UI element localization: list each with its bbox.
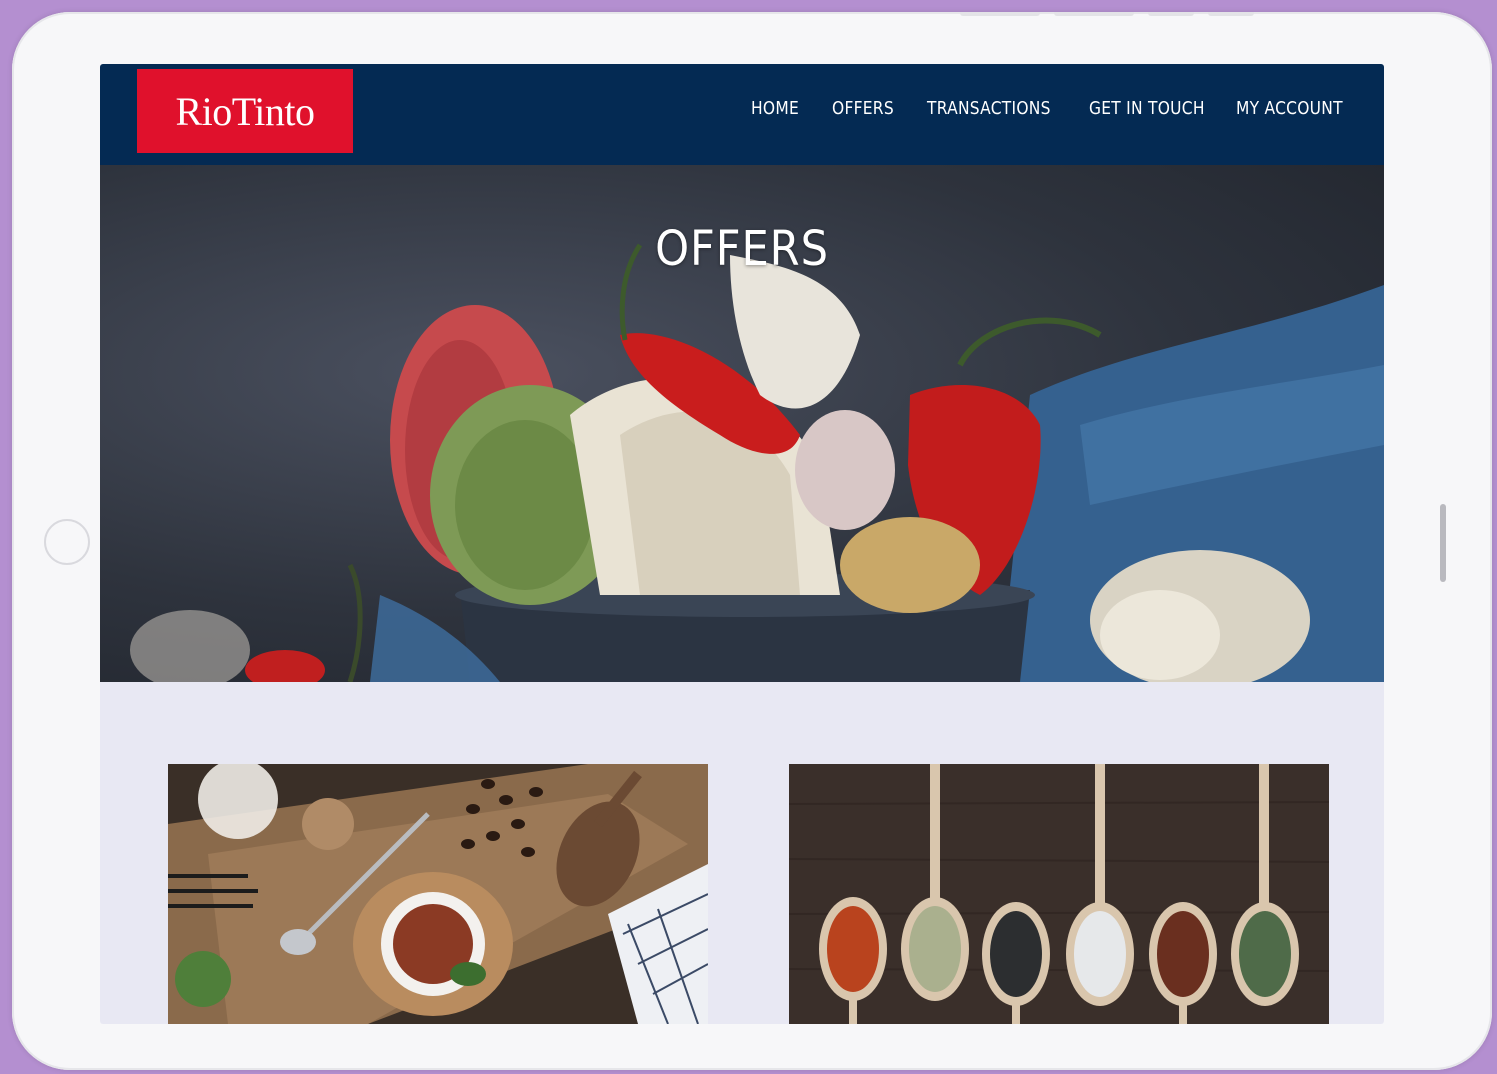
main-menu: HOME OFFERS TRANSACTIONS GET IN TOUCH MY… <box>100 98 1384 122</box>
hero-title: OFFERS <box>655 221 829 277</box>
nav-item-offers[interactable]: OFFERS <box>832 98 894 119</box>
tablet-home-button[interactable] <box>44 519 90 565</box>
nav-item-get-in-touch[interactable]: GET IN TOUCH <box>1089 98 1205 119</box>
spice-spoons-image <box>789 764 1329 1024</box>
tablet-top-buttons <box>960 12 1254 18</box>
offer-card-spices-board[interactable] <box>168 764 708 1024</box>
nav-item-home[interactable]: HOME <box>751 98 799 119</box>
nav-item-transactions[interactable]: TRANSACTIONS <box>927 98 1051 119</box>
nav-item-my-account[interactable]: MY ACCOUNT <box>1236 98 1343 119</box>
top-navigation-bar: RioTinto HOME OFFERS TRANSACTIONS GET IN… <box>100 64 1384 165</box>
website-screen: RioTinto HOME OFFERS TRANSACTIONS GET IN… <box>100 64 1384 1024</box>
offer-card-spice-spoons[interactable] <box>789 764 1329 1024</box>
hero-banner: OFFERS <box>100 165 1384 682</box>
tablet-side-slot <box>1440 504 1446 582</box>
spices-cutting-board-image <box>168 764 708 1024</box>
